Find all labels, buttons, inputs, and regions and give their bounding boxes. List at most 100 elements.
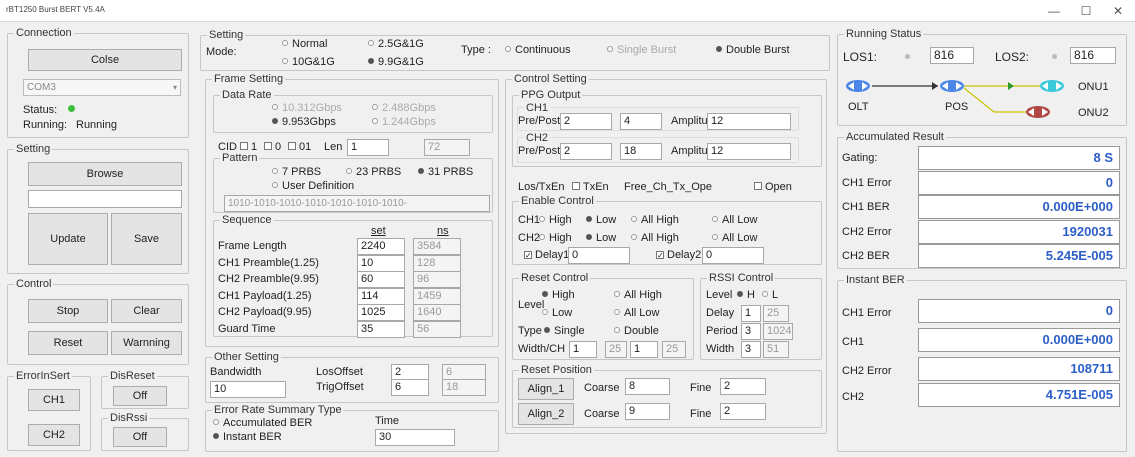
ch2-post-input[interactable]: 18 — [620, 143, 662, 160]
error-insert-ch1-button[interactable]: CH1 — [28, 389, 80, 411]
user-definition-field[interactable]: 1010-1010-1010-1010-1010-1010-1010- — [224, 195, 490, 212]
error-insert-ch2-button[interactable]: CH2 — [28, 424, 80, 446]
trigoffset-readout: 18 — [442, 379, 486, 396]
enable-ch1-low-radio[interactable]: Low — [586, 214, 616, 227]
bandwidth-input[interactable]: 10 — [210, 381, 286, 398]
reset-allhigh-radio[interactable]: All High — [614, 289, 662, 302]
rssi-delay-readout: 25 — [763, 305, 789, 322]
close-icon[interactable]: ✕ — [1104, 2, 1132, 20]
enable-ch2-allhigh-radio[interactable]: All High — [631, 232, 679, 245]
ch1-amplitude-input[interactable]: 12 — [707, 113, 791, 130]
cid-01-checkbox[interactable]: 01 — [288, 141, 311, 154]
rssi-period-input[interactable]: 3 — [741, 323, 761, 340]
rssi-delay-input[interactable]: 1 — [741, 305, 761, 322]
stop-button[interactable]: Stop — [28, 299, 108, 323]
mode-10g-radio[interactable]: 10G&1G — [282, 56, 335, 69]
clear-button[interactable]: Clear — [111, 299, 182, 323]
accumulated-row-value: 8 S — [918, 146, 1120, 170]
ch2-pre-input[interactable]: 2 — [560, 143, 612, 160]
seq-row-set-input[interactable]: 35 — [357, 320, 405, 338]
seq-row-ns-readout: 56 — [413, 320, 461, 338]
pattern-23-radio[interactable]: 23 PRBS — [346, 166, 401, 179]
rate-9g9-radio[interactable]: 9.953Gbps — [272, 116, 336, 129]
ch1-post-input[interactable]: 4 — [620, 113, 662, 130]
rate-10g-radio[interactable]: 10.312Gbps — [272, 102, 342, 115]
onu1-label: ONU1 — [1078, 81, 1109, 93]
mode-normal-radio[interactable]: Normal — [282, 38, 327, 51]
fine1-input[interactable]: 2 — [720, 378, 766, 395]
seq-row-set-input[interactable]: 60 — [357, 271, 405, 288]
delay2-checkbox[interactable]: Delay2 — [656, 249, 701, 262]
type-continuous-radio[interactable]: Continuous — [505, 44, 571, 57]
pattern-user-radio[interactable]: User Definition — [272, 180, 354, 193]
disreset-legend: DisReset — [108, 370, 157, 383]
seq-row-set-input[interactable]: 10 — [357, 254, 405, 272]
align1-button[interactable]: Align_1 — [518, 378, 574, 400]
los1-led-icon — [905, 54, 910, 59]
enable-ch2-low-radio[interactable]: Low — [586, 232, 616, 245]
type-double-burst-radio[interactable]: Double Burst — [716, 44, 790, 57]
enable-ch1-alllow-radio[interactable]: All Low — [712, 214, 757, 227]
accumulated-ber-radio[interactable]: Accumulated BER — [213, 417, 312, 430]
rssi-h-radio[interactable]: H — [737, 289, 755, 302]
time-input[interactable]: 30 — [375, 429, 455, 446]
update-button[interactable]: Update — [28, 213, 108, 265]
open-checkbox[interactable]: Open — [754, 181, 792, 194]
rssi-control-legend: RSSI Control — [707, 272, 776, 285]
warnning-button[interactable]: Warnning — [111, 331, 182, 355]
reset-width1-input[interactable]: 1 — [569, 341, 597, 358]
delay1-input[interactable]: 0 — [568, 247, 630, 264]
reset-button[interactable]: Reset — [28, 331, 108, 355]
window-title: rBT1250 Burst BERT V5.4A — [6, 5, 105, 14]
reset-width2-input[interactable]: 1 — [630, 341, 658, 358]
reset-high-radio[interactable]: High — [542, 289, 575, 302]
type-single-burst-radio[interactable]: Single Burst — [607, 44, 676, 57]
sequence-legend: Sequence — [220, 214, 274, 227]
rate-2g4-radio[interactable]: 2.488Gbps — [372, 102, 436, 115]
com-port-select[interactable]: COM3 ▾ — [23, 79, 181, 96]
fine2-input[interactable]: 2 — [720, 403, 766, 420]
reset-double-radio[interactable]: Double — [614, 325, 659, 338]
save-button[interactable]: Save — [111, 213, 182, 265]
pattern-7-radio[interactable]: 7 PRBS — [272, 166, 321, 179]
ch1-pre-input[interactable]: 2 — [560, 113, 612, 130]
browse-button[interactable]: Browse — [28, 162, 182, 186]
delay2-input[interactable]: 0 — [702, 247, 764, 264]
minimize-icon[interactable]: — — [1040, 2, 1068, 20]
enable-ch2-alllow-radio[interactable]: All Low — [712, 232, 757, 245]
coarse1-input[interactable]: 8 — [625, 378, 670, 395]
reset-single-radio[interactable]: Single — [544, 325, 585, 338]
rssi-l-radio[interactable]: L — [762, 289, 778, 302]
instant-ber-radio[interactable]: Instant BER — [213, 431, 282, 444]
seq-row-set-input[interactable]: 114 — [357, 287, 405, 305]
rssi-width-input[interactable]: 3 — [741, 341, 761, 358]
instant-row-label: CH1 Error — [842, 307, 892, 319]
enable-ch1-allhigh-radio[interactable]: All High — [631, 214, 679, 227]
enable-ch2-high-radio[interactable]: High — [539, 232, 572, 245]
reset-alllow-radio[interactable]: All Low — [614, 307, 659, 320]
delay1-checkbox[interactable]: Delay1 — [524, 249, 569, 262]
accumulated-row-label: CH1 Error — [842, 176, 892, 189]
disreset-off-button[interactable]: Off — [113, 386, 167, 406]
close-connection-button[interactable]: Colse — [28, 49, 182, 71]
reset-position-legend: Reset Position — [519, 364, 594, 377]
coarse2-input[interactable]: 9 — [625, 403, 670, 420]
len-input[interactable]: 1 — [347, 139, 389, 156]
trigoffset-input[interactable]: 6 — [391, 379, 429, 396]
file-path-field[interactable] — [28, 190, 182, 208]
txen-checkbox[interactable]: TxEn — [572, 181, 609, 194]
ch2-amplitude-input[interactable]: 12 — [707, 143, 791, 160]
accumulated-result-legend: Accumulated Result — [844, 131, 946, 144]
cid-0-checkbox[interactable]: 0 — [264, 141, 281, 154]
rate-1g2-radio[interactable]: 1.244Gbps — [372, 116, 436, 129]
disrssi-off-button[interactable]: Off — [113, 427, 167, 447]
maximize-icon[interactable]: ☐ — [1072, 2, 1100, 20]
align2-button[interactable]: Align_2 — [518, 403, 574, 425]
seq-row-set-input[interactable]: 2240 — [357, 238, 405, 255]
reset-low-radio[interactable]: Low — [542, 307, 572, 320]
enable-ch1-high-radio[interactable]: High — [539, 214, 572, 227]
mode-9g9-radio[interactable]: 9.9G&1G — [368, 56, 424, 69]
pattern-31-radio[interactable]: 31 PRBS — [418, 166, 473, 179]
seq-row-set-input[interactable]: 1025 — [357, 304, 405, 321]
mode-2g5-radio[interactable]: 2.5G&1G — [368, 38, 424, 51]
